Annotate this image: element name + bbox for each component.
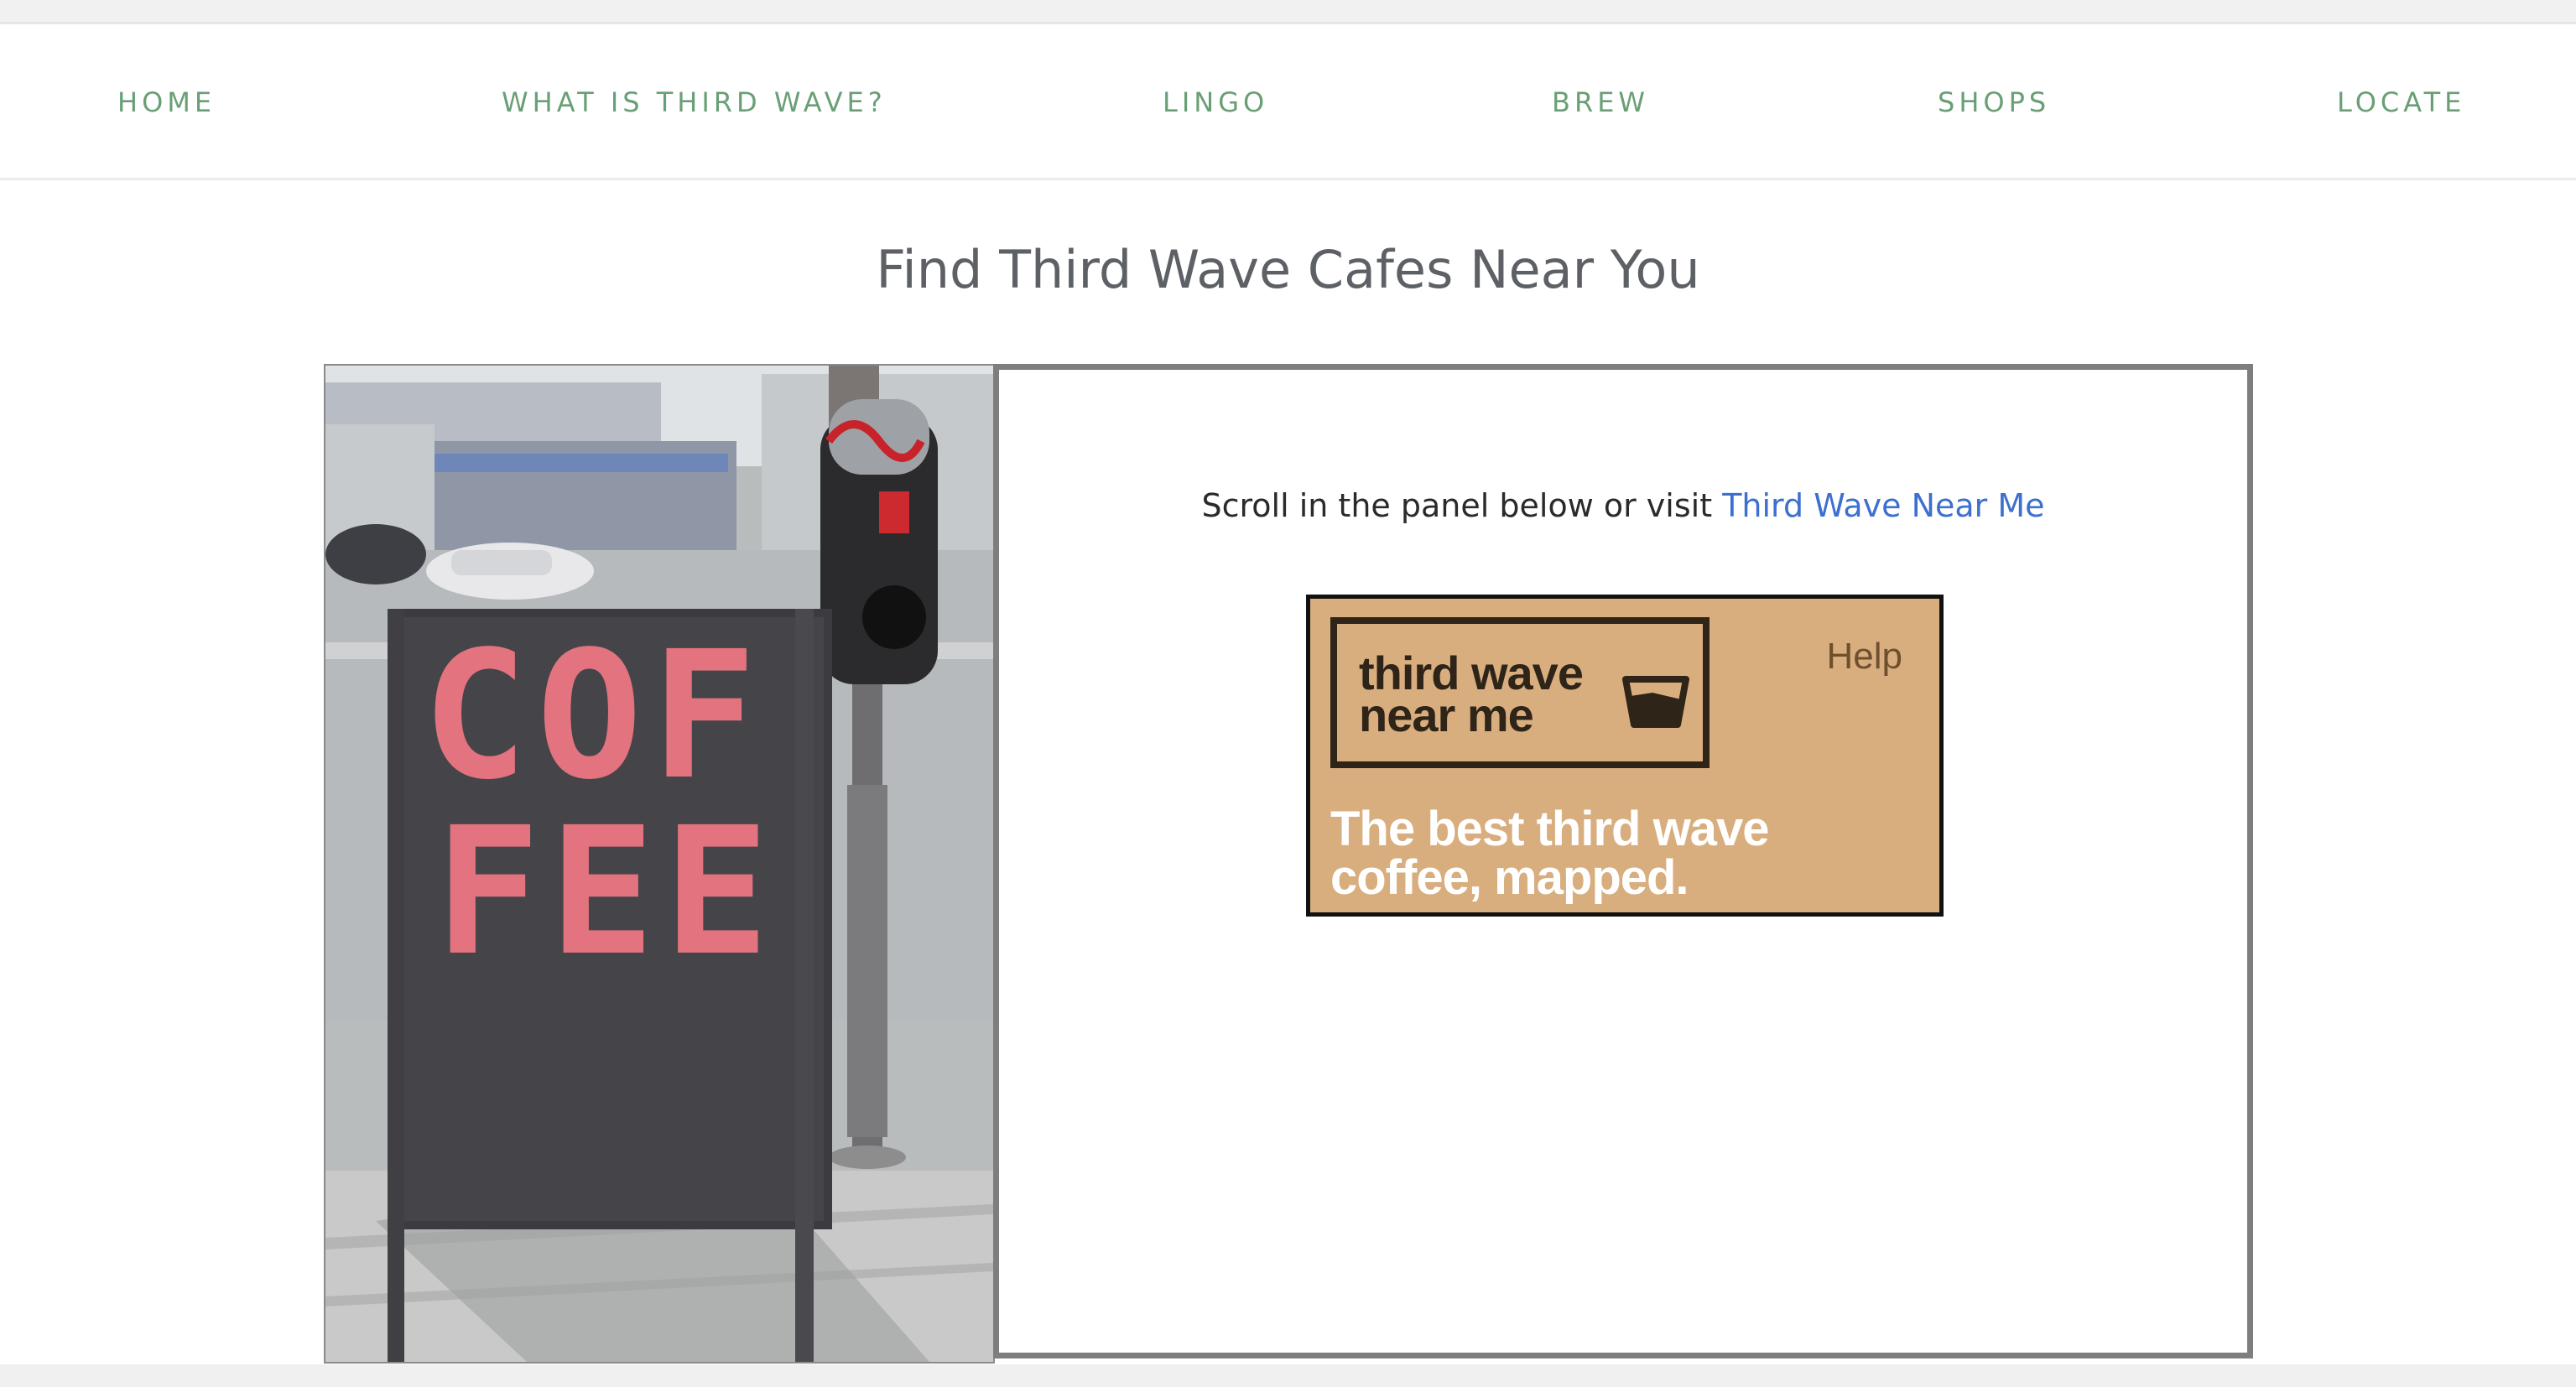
main-nav: HOME WHAT IS THIRD WAVE? LINGO BREW SHOP… — [0, 25, 2576, 180]
nav-item-what-is-third-wave[interactable]: WHAT IS THIRD WAVE? — [502, 25, 887, 178]
coffee-sign-photo: COF FEE — [324, 364, 995, 1364]
banner-tagline: The best third wave coffee, mapped. — [1330, 802, 1769, 905]
nav-item-locate[interactable]: LOCATE — [2337, 25, 2465, 178]
logo-line-2: near me — [1359, 688, 1534, 741]
third-wave-near-me-banner[interactable]: third wave near me Help The best third w… — [1306, 595, 1944, 917]
visit-intro-text: Scroll in the panel below or visit — [1201, 487, 1723, 524]
nav-item-brew[interactable]: BREW — [1552, 25, 1649, 178]
nav-item-home[interactable]: HOME — [117, 25, 216, 178]
nav-item-shops[interactable]: SHOPS — [1938, 25, 2050, 178]
visit-instructions: Scroll in the panel below or visit Third… — [999, 487, 2247, 524]
map-embed-panel[interactable]: Scroll in the panel below or visit Third… — [993, 364, 2253, 1358]
third-wave-near-me-link[interactable]: Third Wave Near Me — [1722, 487, 2044, 524]
bottom-band — [0, 1364, 2576, 1387]
sign-text-line1: COF — [422, 613, 765, 818]
logo-text: third wave near me — [1359, 650, 1584, 741]
help-link[interactable]: Help — [1827, 636, 1903, 678]
third-wave-near-me-logo[interactable]: third wave near me — [1330, 617, 1710, 768]
sign-text-line2: FEE — [435, 789, 778, 995]
top-band — [0, 0, 2576, 24]
nav-item-lingo[interactable]: LINGO — [1163, 25, 1268, 178]
tagline-line-2: coffee, mapped. — [1330, 850, 1689, 905]
coffee-sign-photo-art: COF FEE — [325, 366, 993, 1362]
coffee-cup-icon — [1622, 676, 1689, 728]
tagline-line-1: The best third wave — [1330, 802, 1769, 856]
page-title: Find Third Wave Cafes Near You — [876, 239, 1700, 300]
